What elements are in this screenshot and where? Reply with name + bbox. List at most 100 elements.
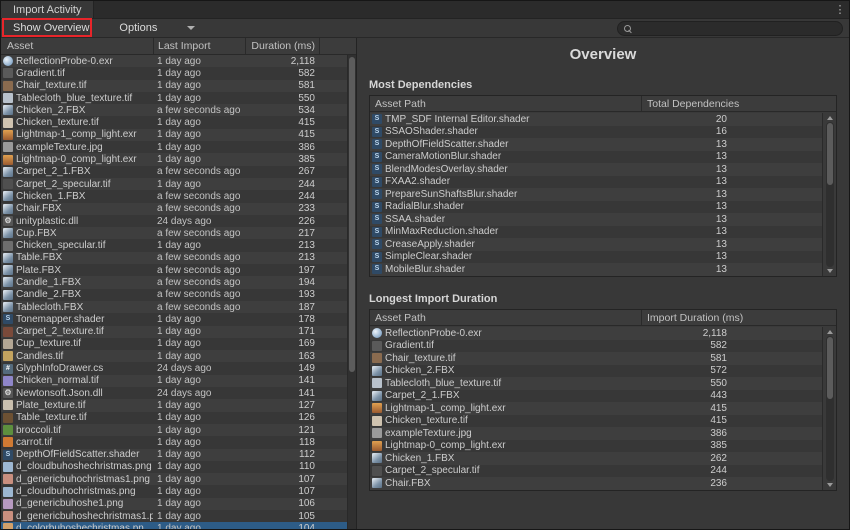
activity-row[interactable]: Lightmap-1_comp_light.exr1 day ago415 (1, 129, 347, 141)
duration-value: 110 (245, 461, 319, 472)
scroll-up-icon[interactable] (827, 330, 833, 334)
overview-row[interactable]: SFXAA2.shader13 (370, 176, 822, 189)
value: 16 (640, 126, 822, 137)
activity-row[interactable]: ⚙Newtonsoft.Json.dll24 days ago141 (1, 387, 347, 399)
overview-row[interactable]: ReflectionProbe-0.exr2,118 (370, 327, 822, 340)
scrollbar-thumb[interactable] (827, 123, 833, 185)
activity-row[interactable]: d_genericbuhochristmas1.png1 day ago107 (1, 473, 347, 485)
overview-row[interactable]: exampleTexture.jpg386 (370, 427, 822, 440)
activity-row[interactable]: #GlyphInfoDrawer.cs24 days ago149 (1, 362, 347, 374)
overview-row[interactable]: Gradient.tif582 (370, 340, 822, 353)
lightmap-icon (372, 441, 382, 451)
kebab-menu-icon[interactable]: ⋮ (831, 1, 849, 18)
overview-row[interactable]: Tablecloth_blue_texture.tif550 (370, 377, 822, 390)
activity-row[interactable]: Tablecloth_blue_texture.tif1 day ago550 (1, 92, 347, 104)
asset-name: Chicken_2.FBX (16, 105, 153, 116)
search-field[interactable] (617, 21, 843, 36)
value: 581 (640, 353, 822, 364)
overview-row[interactable]: Carpet_2_1.FBX443 (370, 390, 822, 403)
options-dropdown[interactable]: Options (111, 20, 203, 36)
search-input[interactable] (635, 23, 836, 34)
activity-row[interactable]: d_colorbuhoshechristmas.pn1 day ago104 (1, 522, 347, 529)
model-icon (372, 478, 382, 488)
activity-row[interactable]: d_cloudbuhochristmas.png1 day ago107 (1, 485, 347, 497)
column-header-duration[interactable]: Duration (ms) (245, 38, 319, 54)
overview-row[interactable]: SDepthOfFieldScatter.shader13 (370, 138, 822, 151)
overview-row[interactable]: SBlendModesOverlay.shader13 (370, 163, 822, 176)
activity-row[interactable]: carrot.tif1 day ago118 (1, 436, 347, 448)
scroll-down-icon[interactable] (827, 269, 833, 273)
scroll-down-icon[interactable] (827, 483, 833, 487)
overview-row[interactable]: SSSAA.shader13 (370, 213, 822, 226)
column-header-asset-path[interactable]: Asset Path (370, 312, 641, 324)
most-dependencies-scrollbar[interactable] (822, 113, 836, 276)
longest-import-duration-scrollbar[interactable] (822, 327, 836, 490)
activity-row[interactable]: Plate.FBXa few seconds ago197 (1, 264, 347, 276)
activity-row[interactable]: Candle_1.FBXa few seconds ago194 (1, 276, 347, 288)
overview-row[interactable]: SCreaseApply.shader13 (370, 238, 822, 251)
activity-row[interactable]: Chair_texture.tif1 day ago581 (1, 80, 347, 92)
scrollbar-track[interactable] (826, 336, 834, 481)
activity-row[interactable]: ⚙unityplastic.dll24 days ago226 (1, 215, 347, 227)
activity-row[interactable]: Carpet_2_texture.tif1 day ago171 (1, 326, 347, 338)
activity-row[interactable]: Table.FBXa few seconds ago213 (1, 252, 347, 264)
show-overview-button[interactable]: Show Overview (5, 20, 97, 36)
activity-row[interactable]: Plate_texture.tif1 day ago127 (1, 399, 347, 411)
overview-row[interactable]: SMobileBlur.shader13 (370, 263, 822, 276)
scrollbar-track[interactable] (826, 122, 834, 267)
overview-row[interactable]: Chicken_2.FBX572 (370, 365, 822, 378)
duration-value: 104 (245, 523, 319, 529)
activity-row[interactable]: Chicken_normal.tif1 day ago141 (1, 375, 347, 387)
overview-row[interactable]: STMP_SDF Internal Editor.shader20 (370, 113, 822, 126)
model-icon (3, 302, 13, 312)
activity-scrollbar[interactable] (347, 55, 356, 529)
activity-row[interactable]: Chicken_2.FBXa few seconds ago534 (1, 104, 347, 116)
overview-row[interactable]: SSSAOShader.shader16 (370, 126, 822, 139)
activity-row[interactable]: Candle_2.FBXa few seconds ago193 (1, 289, 347, 301)
column-header-import-duration[interactable]: Import Duration (ms) (641, 310, 836, 325)
overview-row[interactable]: Chicken_texture.tif415 (370, 415, 822, 428)
activity-row[interactable]: Table_texture.tif1 day ago126 (1, 412, 347, 424)
scroll-up-icon[interactable] (827, 116, 833, 120)
activity-row[interactable]: d_genericbuhoshechristmas1.pn1 day ago10… (1, 510, 347, 522)
activity-row[interactable]: Candles.tif1 day ago163 (1, 350, 347, 362)
activity-row[interactable]: broccoli.tif1 day ago121 (1, 424, 347, 436)
column-header-asset-path[interactable]: Asset Path (370, 98, 641, 110)
overview-row[interactable]: SPrepareSunShaftsBlur.shader13 (370, 188, 822, 201)
scrollbar-thumb[interactable] (827, 337, 833, 399)
column-header-total-dependencies[interactable]: Total Dependencies (641, 96, 836, 111)
scrollbar-thumb[interactable] (349, 57, 355, 372)
activity-row[interactable]: Chicken_specular.tif1 day ago213 (1, 239, 347, 251)
activity-row[interactable]: d_cloudbuhoshechristmas.png1 day ago110 (1, 461, 347, 473)
activity-row[interactable]: exampleTexture.jpg1 day ago386 (1, 141, 347, 153)
overview-row[interactable]: SMinMaxReduction.shader13 (370, 226, 822, 239)
activity-row[interactable]: Gradient.tif1 day ago582 (1, 67, 347, 79)
overview-row[interactable]: Lightmap-0_comp_light.exr385 (370, 440, 822, 453)
activity-row[interactable]: Chicken_1.FBXa few seconds ago244 (1, 190, 347, 202)
overview-row[interactable]: Carpet_2_specular.tif244 (370, 465, 822, 478)
activity-row[interactable]: Chair.FBXa few seconds ago233 (1, 203, 347, 215)
overview-row[interactable]: Chair.FBX236 (370, 477, 822, 490)
activity-row[interactable]: Chicken_texture.tif1 day ago415 (1, 116, 347, 128)
overview-row[interactable]: SRadialBlur.shader13 (370, 201, 822, 214)
overview-row[interactable]: Chair_texture.tif581 (370, 352, 822, 365)
activity-row[interactable]: SDepthOfFieldScatter.shader1 day ago112 (1, 449, 347, 461)
tab-import-activity[interactable]: Import Activity (1, 1, 94, 18)
value: 443 (640, 390, 822, 401)
activity-row[interactable]: Carpet_2_specular.tif1 day ago244 (1, 178, 347, 190)
activity-row[interactable]: Tablecloth.FBXa few seconds ago187 (1, 301, 347, 313)
activity-row[interactable]: Lightmap-0_comp_light.exr1 day ago385 (1, 153, 347, 165)
activity-row[interactable]: STonemapper.shader1 day ago178 (1, 313, 347, 325)
overview-row[interactable]: Chicken_1.FBX262 (370, 452, 822, 465)
activity-row[interactable]: d_genericbuhoshe1.png1 day ago106 (1, 498, 347, 510)
overview-row[interactable]: Lightmap-1_comp_light.exr415 (370, 402, 822, 415)
column-header-asset[interactable]: Asset (1, 38, 153, 54)
lightmap-icon (372, 403, 382, 413)
overview-row[interactable]: SCameraMotionBlur.shader13 (370, 151, 822, 164)
activity-row[interactable]: Carpet_2_1.FBXa few seconds ago267 (1, 166, 347, 178)
activity-row[interactable]: Cup_texture.tif1 day ago169 (1, 338, 347, 350)
column-header-last-import[interactable]: Last Import (153, 38, 245, 54)
activity-row[interactable]: Cup.FBXa few seconds ago217 (1, 227, 347, 239)
activity-row[interactable]: ReflectionProbe-0.exr1 day ago2,118 (1, 55, 347, 67)
overview-row[interactable]: SSimpleClear.shader13 (370, 251, 822, 264)
